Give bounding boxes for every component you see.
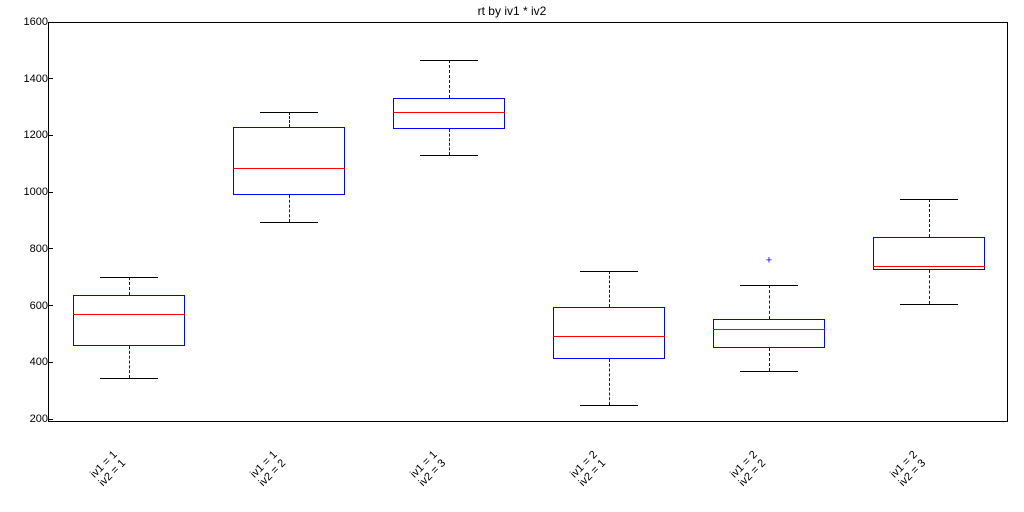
median-line bbox=[233, 168, 344, 169]
y-tick-mark bbox=[48, 135, 53, 136]
y-tick-label: 1200 bbox=[0, 129, 54, 141]
median-line bbox=[553, 336, 664, 337]
x-tick-label: iv1 = 1iv2 = 2 bbox=[231, 432, 305, 506]
median-line bbox=[393, 112, 504, 113]
y-tick-label: 400 bbox=[0, 356, 54, 368]
y-tick-mark bbox=[48, 305, 53, 306]
whisker-cap bbox=[900, 304, 958, 305]
x-tick-label: iv1 = 1iv2 = 3 bbox=[391, 432, 465, 506]
whisker-cap bbox=[580, 405, 638, 406]
whisker bbox=[769, 285, 770, 319]
chart-title: rt by iv1 * iv2 bbox=[0, 4, 1024, 18]
outlier-marker: + bbox=[766, 256, 772, 267]
whisker-cap bbox=[100, 277, 158, 278]
whisker bbox=[929, 199, 930, 237]
whisker-cap bbox=[900, 199, 958, 200]
y-tick-label: 200 bbox=[0, 413, 54, 425]
whisker-cap bbox=[740, 371, 798, 372]
y-tick-label: 1600 bbox=[0, 16, 54, 28]
whisker bbox=[129, 277, 130, 295]
whisker-cap bbox=[580, 271, 638, 272]
whisker bbox=[769, 348, 770, 371]
y-tick-label: 800 bbox=[0, 243, 54, 255]
whisker bbox=[449, 129, 450, 155]
median-line bbox=[73, 314, 184, 315]
box bbox=[73, 295, 184, 346]
x-tick-label: iv1 = 2iv2 = 2 bbox=[711, 432, 785, 506]
whisker-cap bbox=[420, 155, 478, 156]
axes: + bbox=[48, 22, 1008, 422]
median-line bbox=[713, 329, 824, 330]
box bbox=[713, 319, 824, 347]
y-tick-label: 600 bbox=[0, 300, 54, 312]
whisker-cap bbox=[100, 378, 158, 379]
x-tick-label: iv1 = 2iv2 = 1 bbox=[551, 432, 625, 506]
whisker bbox=[609, 359, 610, 404]
x-tick-label: iv1 = 2iv2 = 3 bbox=[871, 432, 945, 506]
box bbox=[553, 307, 664, 359]
whisker bbox=[609, 271, 610, 306]
y-tick-label: 1000 bbox=[0, 186, 54, 198]
whisker-cap bbox=[420, 60, 478, 61]
y-tick-mark bbox=[48, 248, 53, 249]
y-tick-mark bbox=[48, 419, 53, 420]
y-tick-mark bbox=[48, 22, 53, 23]
whisker-cap bbox=[740, 285, 798, 286]
whisker bbox=[289, 112, 290, 126]
y-tick-mark bbox=[48, 192, 53, 193]
box bbox=[393, 98, 504, 129]
whisker bbox=[129, 346, 130, 377]
whisker bbox=[449, 60, 450, 98]
whisker-cap bbox=[260, 112, 318, 113]
y-tick-mark bbox=[48, 362, 53, 363]
box bbox=[233, 127, 344, 195]
whisker bbox=[929, 270, 930, 304]
x-tick-label: iv1 = 1iv2 = 1 bbox=[71, 432, 145, 506]
whisker bbox=[289, 195, 290, 222]
y-tick-label: 1400 bbox=[0, 73, 54, 85]
median-line bbox=[873, 266, 984, 267]
whisker-cap bbox=[260, 222, 318, 223]
y-tick-mark bbox=[48, 78, 53, 79]
